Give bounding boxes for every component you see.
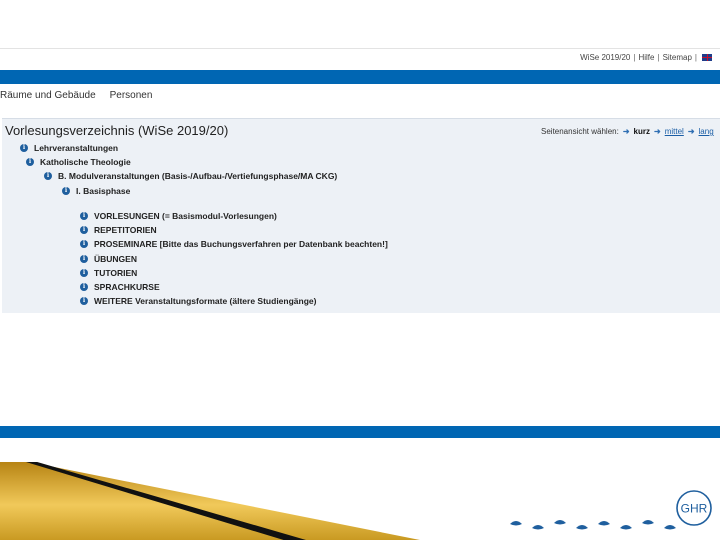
tree-item-label[interactable]: SPRACHKURSE [94, 282, 160, 292]
gold-stripe-decoration [0, 462, 420, 540]
sitemap-link[interactable]: Sitemap [663, 53, 692, 62]
tree-item-proseminare[interactable]: i PROSEMINARE [Bitte das Buchungsverfahr… [80, 239, 388, 249]
info-icon[interactable]: i [80, 297, 88, 305]
info-icon[interactable]: i [80, 240, 88, 248]
tree-item-label[interactable]: Lehrveranstaltungen [34, 143, 118, 153]
info-icon[interactable]: i [80, 226, 88, 234]
tree-item-label[interactable]: WEITERE Veranstaltungsformate (ältere St… [94, 296, 316, 306]
tree-item-label[interactable]: VORLESUNGEN (= Basismodul-Vorlesungen) [94, 211, 277, 221]
tree-item-label[interactable]: Katholische Theologie [40, 157, 131, 167]
view-option-mittel[interactable]: mittel [665, 127, 684, 136]
tree-item-vorlesungen[interactable]: i VORLESUNGEN (= Basismodul-Vorlesungen) [80, 211, 277, 221]
utility-links: WiSe 2019/20 | Hilfe | Sitemap | [580, 53, 712, 62]
view-selector: Seitenansicht wählen: ➜ kurz ➜ mittel ➜ … [541, 127, 714, 136]
top-blue-bar [0, 70, 720, 84]
tree-item-weitere[interactable]: i WEITERE Veranstaltungsformate (ältere … [80, 296, 316, 306]
separator: | [694, 53, 697, 62]
nav-item-persons[interactable]: Personen [110, 90, 153, 101]
main-nav: Räume und Gebäude Personen [0, 90, 152, 101]
bottom-blue-bar [0, 426, 720, 438]
tree-item-label[interactable]: B. Modulveranstaltungen (Basis-/Aufbau-/… [58, 171, 337, 181]
uk-flag-icon[interactable] [702, 54, 712, 61]
view-label: Seitenansicht wählen: [541, 127, 619, 136]
tree-item-tutorien[interactable]: i TUTORIEN [80, 268, 137, 278]
help-link[interactable]: Hilfe [638, 53, 654, 62]
view-option-kurz[interactable]: kurz [634, 127, 650, 136]
logo-text: GHR [681, 502, 708, 516]
info-icon[interactable]: i [62, 187, 70, 195]
arrow-right-icon: ➜ [622, 127, 630, 136]
page-title: Vorlesungsverzeichnis (WiSe 2019/20) [5, 123, 229, 138]
tree-item-sprachkurse[interactable]: i SPRACHKURSE [80, 282, 160, 292]
separator: | [657, 53, 660, 62]
arrow-right-icon: ➜ [687, 127, 695, 136]
tree-item-uebungen[interactable]: i ÜBUNGEN [80, 254, 137, 264]
info-icon[interactable]: i [80, 212, 88, 220]
separator: | [633, 53, 636, 62]
view-option-lang[interactable]: lang [699, 127, 714, 136]
ghr-logo: GHR [676, 490, 712, 526]
info-icon[interactable]: i [20, 144, 28, 152]
header-divider [0, 48, 720, 49]
info-icon[interactable]: i [80, 255, 88, 263]
info-icon[interactable]: i [80, 283, 88, 291]
tree-item-modulveranstaltungen[interactable]: i B. Modulveranstaltungen (Basis-/Aufbau… [44, 171, 337, 181]
tree-item-label[interactable]: TUTORIEN [94, 268, 137, 278]
tree-item-label[interactable]: PROSEMINARE [Bitte das Buchungsverfahren… [94, 239, 388, 249]
arrow-right-icon: ➜ [653, 127, 661, 136]
info-icon[interactable]: i [44, 172, 52, 180]
course-catalog-panel: Vorlesungsverzeichnis (WiSe 2019/20) Sei… [2, 118, 720, 313]
tree-item-repetitorien[interactable]: i REPETITORIEN [80, 225, 157, 235]
nav-item-rooms[interactable]: Räume und Gebäude [0, 90, 96, 101]
tree-item-label[interactable]: ÜBUNGEN [94, 254, 137, 264]
tree-item-basisphase[interactable]: i I. Basisphase [62, 186, 130, 196]
tree-item-label[interactable]: I. Basisphase [76, 186, 130, 196]
tree-item-lehrveranstaltungen[interactable]: i Lehrveranstaltungen [20, 143, 118, 153]
tree-item-label[interactable]: REPETITORIEN [94, 225, 157, 235]
info-icon[interactable]: i [26, 158, 34, 166]
footprints-decoration [510, 520, 676, 530]
semester-link[interactable]: WiSe 2019/20 [580, 53, 630, 62]
info-icon[interactable]: i [80, 269, 88, 277]
tree-item-katholische-theologie[interactable]: i Katholische Theologie [26, 157, 131, 167]
